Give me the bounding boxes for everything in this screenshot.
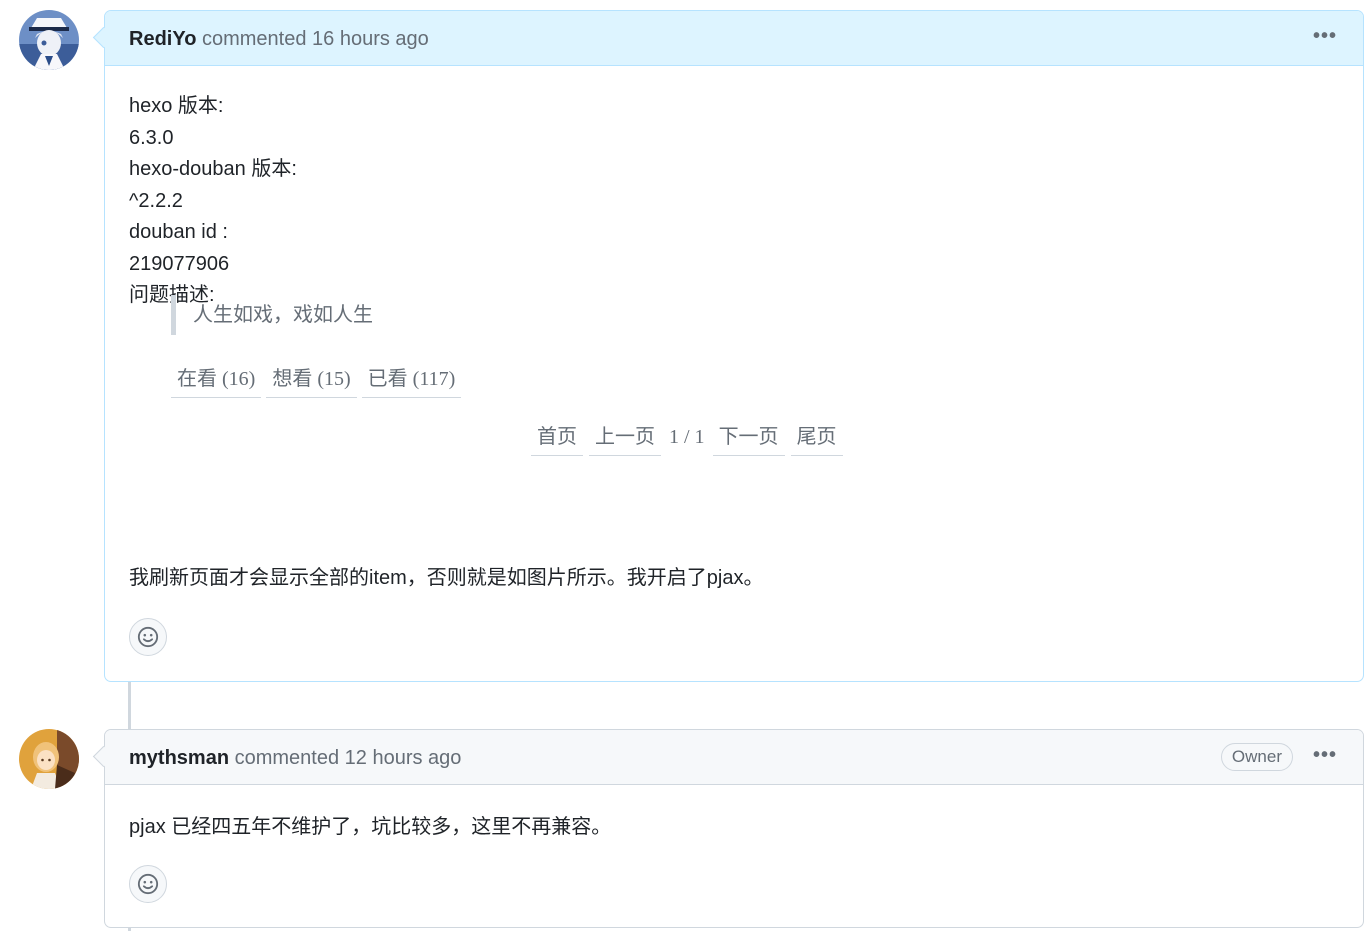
comment-header: RediYo commented 16 hours ago ••• <box>105 11 1363 66</box>
screenshot-tabs: 在看 (16) 想看 (15) 已看 (117) <box>171 363 462 398</box>
screenshot-quote: 人生如戏，戏如人生 <box>171 295 373 335</box>
body-line: douban id : <box>129 221 228 243</box>
screenshot-pager: 首页 上一页 1 / 1 下一页 尾页 <box>531 421 843 456</box>
tab-want-to-watch: 想看 (15) <box>266 363 357 398</box>
tab-watching: 在看 (16) <box>171 363 262 398</box>
comment-rediyo: RediYo commented 16 hours ago ••• hexo 版… <box>92 10 1364 682</box>
body-line: ^2.2.2 <box>129 189 183 212</box>
pager-page-indicator: 1 / 1 <box>669 426 705 448</box>
smiley-icon <box>137 873 159 895</box>
add-reaction-button[interactable] <box>129 865 167 903</box>
smiley-icon <box>137 626 159 648</box>
body-line: hexo 版本: <box>129 95 224 117</box>
timeline-connector <box>128 680 131 730</box>
owner-badge: Owner <box>1220 743 1293 771</box>
avatar-mythsman[interactable] <box>19 729 79 789</box>
comment-body: pjax 已经四五年不维护了，坑比较多，这里不再兼容。 <box>129 816 612 838</box>
comment-header-text: mythsman commented 12 hours ago <box>129 745 461 771</box>
pager-next: 下一页 <box>712 421 785 456</box>
pager-prev: 上一页 <box>589 421 661 456</box>
author-link[interactable]: mythsman <box>129 747 229 769</box>
author-link[interactable]: RediYo <box>129 28 196 50</box>
body-line: hexo-douban 版本: <box>129 158 297 180</box>
body-line: 219077906 <box>129 252 230 275</box>
more-options-button[interactable]: ••• <box>1313 25 1337 48</box>
tab-watched: 已看 (117) <box>361 363 462 398</box>
avatar-rediyo[interactable] <box>19 10 79 70</box>
comment-action: commented <box>234 747 340 769</box>
comment-timestamp[interactable]: 12 hours ago <box>345 747 462 769</box>
comment-mythsman: mythsman commented 12 hours ago Owner ••… <box>92 729 1364 928</box>
comment-header-text: RediYo commented 16 hours ago <box>129 26 429 52</box>
comment-description: 我刷新页面才会显示全部的item，否则就是如图片所示。我开启了pjax。 <box>129 567 764 589</box>
add-reaction-button[interactable] <box>129 618 167 656</box>
pager-first: 首页 <box>531 421 583 456</box>
comment-timestamp[interactable]: 16 hours ago <box>312 28 429 50</box>
comment-body: hexo 版本: 6.3.0 hexo-douban 版本: ^2.2.2 do… <box>129 91 297 312</box>
comment-action: commented <box>201 28 307 50</box>
more-options-button[interactable]: ••• <box>1313 744 1337 767</box>
comment-header: mythsman commented 12 hours ago Owner ••… <box>105 730 1363 785</box>
body-line: 6.3.0 <box>129 126 174 149</box>
pager-last: 尾页 <box>790 421 843 456</box>
